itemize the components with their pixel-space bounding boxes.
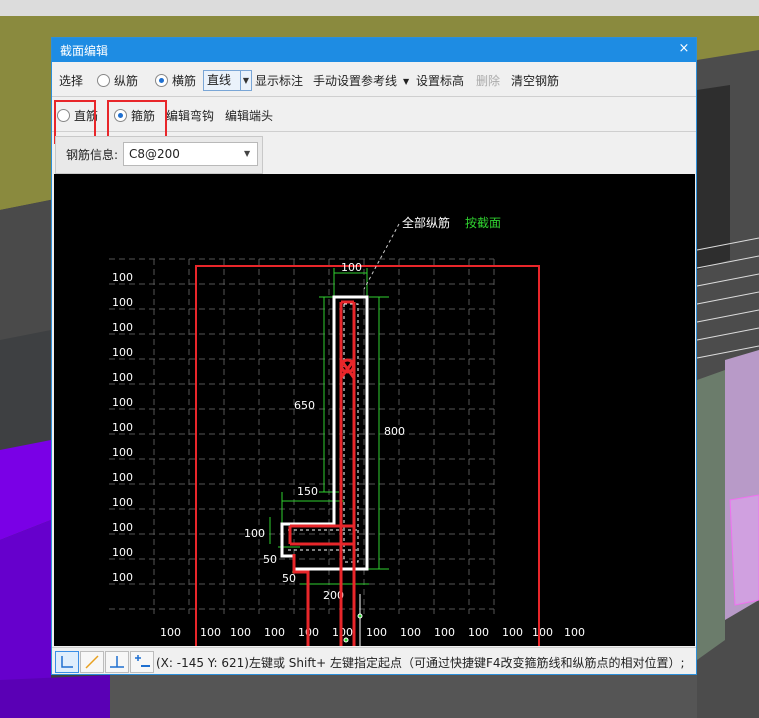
grid-label: 100 [502,626,523,639]
grid-label: 100 [230,626,251,639]
grid-label: 100 [366,626,387,639]
perpendicular-snap-icon[interactable] [105,651,129,673]
grid-label: 100 [200,626,221,639]
grid-label: 100 [160,626,181,639]
clear-rebar-button[interactable]: 清空钢筋 [511,70,559,92]
rebar-info-label: 钢筋信息: [66,148,119,162]
line-type-select[interactable]: 直线 ▼ [203,70,252,91]
transverse-label[interactable]: 横筋 [172,70,196,92]
transverse-radio[interactable] [155,74,168,87]
chevron-down-icon[interactable]: ▼ [244,149,250,158]
grid-label: 100 [400,626,421,639]
chevron-down-icon[interactable]: ▼ [240,71,251,90]
all-rebar-annotation: 全部纵筋 按截面 [363,215,501,290]
grid-labels-bottom: 100 100 100 100 100 100 100 100 100 100 … [160,626,585,639]
section-edit-dialog: 截面编辑 × 选择 纵筋 横筋 直线 ▼ 显示标注 手动设置参考线 ▼ 设置标高… [51,37,697,675]
grid-label: 100 [112,496,133,509]
dialog-title: 截面编辑 [60,44,109,58]
grid-label: 100 [434,626,455,639]
toolbar-divider [52,96,696,97]
dimension-lines [269,268,389,585]
ortho-mode-icon[interactable] [55,651,79,673]
grid-label: 100 [112,521,133,534]
edit-hook-button[interactable]: 编辑弯钩 [166,105,214,127]
grid-label: 100 [112,271,133,284]
dim-label-50b: 50 [282,572,296,585]
grid-label: 100 [112,471,133,484]
grid-label: 100 [112,296,133,309]
longitudinal-label[interactable]: 纵筋 [114,70,138,92]
grid-label: 100 [112,421,133,434]
select-button[interactable]: 选择 [59,70,83,92]
grid-label: 100 [264,626,285,639]
grid-label: 100 [112,346,133,359]
grid-label: 100 [112,321,133,334]
rebar-info-select[interactable]: C8@200 ▼ [123,142,258,166]
grid-label: 100 [112,371,133,384]
top-strip [0,0,759,16]
status-message: (X: -145 Y: 621)左键或 Shift+ 左键指定起点（可通过快捷键… [156,656,685,670]
all-rebar-label: 全部纵筋 [402,215,450,230]
section-link-label: 按截面 [465,216,501,230]
grid-label: 100 [112,446,133,459]
manual-ref-button[interactable]: 手动设置参考线 [313,70,397,92]
grid-label: 100 [112,396,133,409]
rebar-info-value: C8@200 [129,147,180,161]
grid-label: 100 [468,626,489,639]
grid-label: 100 [112,571,133,584]
section-drawing[interactable]: 100 100 100 100 100 100 100 100 100 100 … [54,174,695,646]
dim-label-150: 150 [297,485,318,498]
manual-ref-arrow-icon[interactable]: ▼ [403,71,409,93]
grid-label: 100 [532,626,553,639]
delete-button[interactable]: 删除 [476,70,500,92]
set-elevation-button[interactable]: 设置标高 [416,70,464,92]
grid-labels-left: 100 100 100 100 100 100 100 100 100 100 … [112,271,133,584]
drawing-canvas[interactable]: 100 100 100 100 100 100 100 100 100 100 … [54,174,695,646]
line-type-value: 直线 [207,73,232,87]
grid-label: 100 [564,626,585,639]
snap-line-icon[interactable] [80,651,104,673]
dim-label-50a: 50 [263,553,277,566]
close-button[interactable]: × [676,41,692,57]
dim-label-650: 650 [294,399,315,412]
dim-label-top: 100 [341,261,362,274]
offset-snap-icon[interactable] [130,651,154,673]
edit-end-button[interactable]: 编辑端头 [225,105,273,127]
grid-label: 100 [112,546,133,559]
rebar-info-panel: 钢筋信息: C8@200 ▼ [55,136,263,174]
dim-label-100: 100 [244,527,265,540]
title-bar[interactable]: 截面编辑 × [52,38,696,62]
dim-label-800: 800 [384,425,405,438]
grid-lines [109,258,495,614]
longitudinal-radio[interactable] [97,74,110,87]
status-bar: (X: -145 Y: 621)左键或 Shift+ 左键指定起点（可通过快捷键… [52,647,696,674]
show-dims-button[interactable]: 显示标注 [255,70,303,92]
